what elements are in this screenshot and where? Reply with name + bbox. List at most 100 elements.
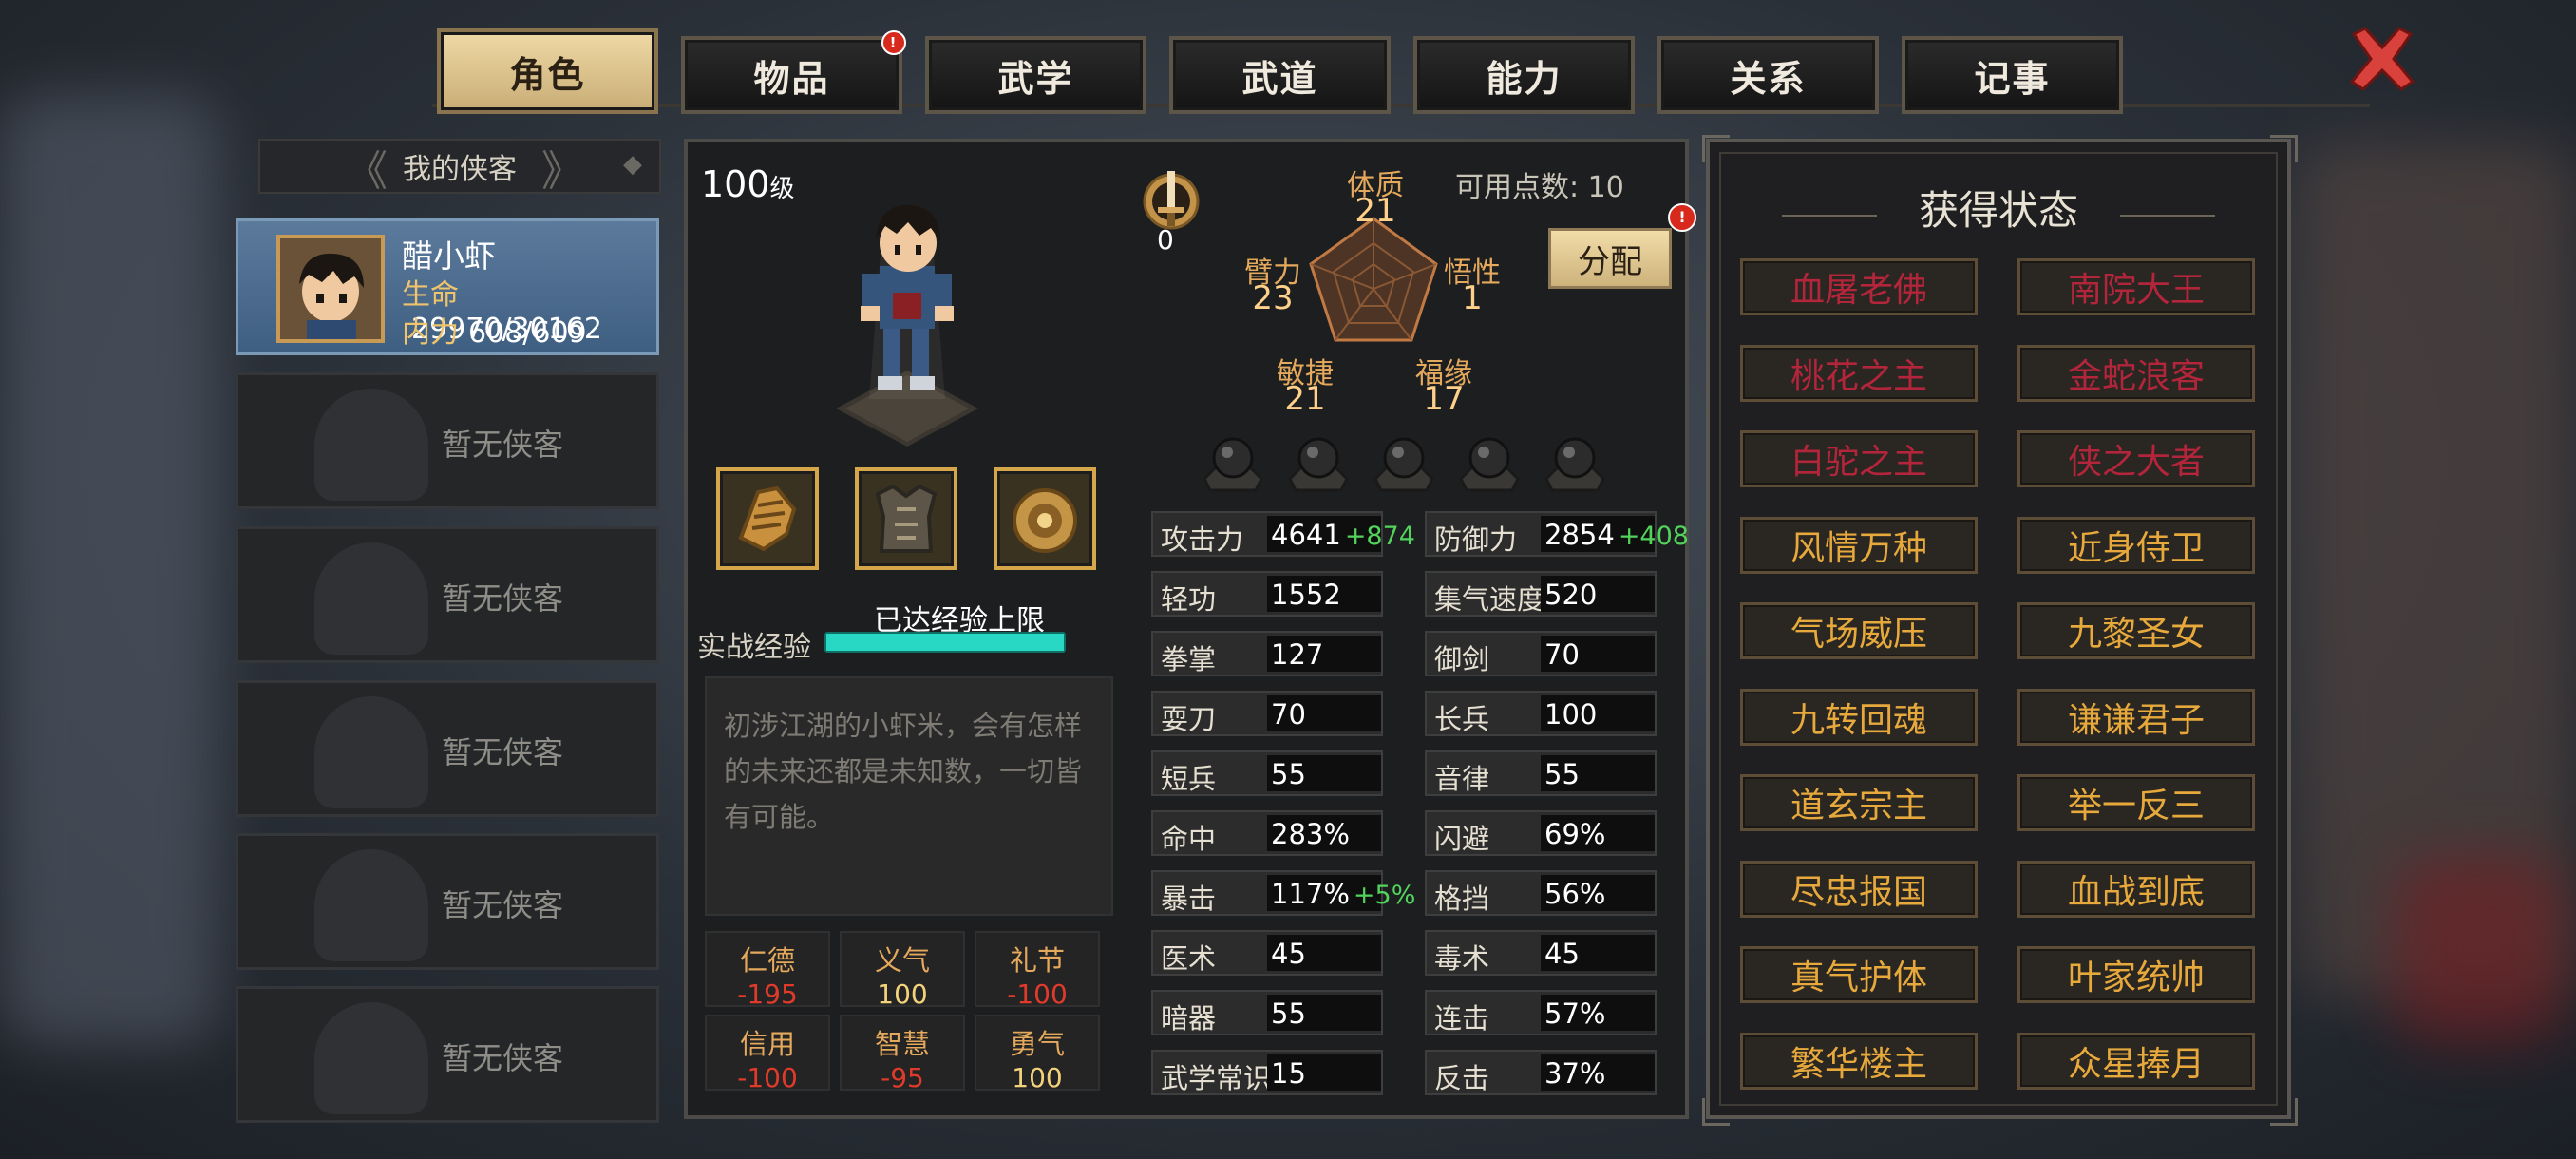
tab-label: 记事 [1974,57,2051,100]
status-badge[interactable]: 叶家统帅 [2017,946,2255,1003]
tab-label: 武学 [997,57,1074,100]
status-badge[interactable]: 九黎圣女 [2017,602,2255,659]
tab-2[interactable]: 武学 [925,36,1146,114]
virtue-cell: 智慧 -95 [840,1015,965,1093]
virtue-value: 100 [877,978,928,1010]
status-badge[interactable]: 谦谦君子 [2017,688,2255,746]
status-badge[interactable]: 南院大王 [2017,258,2255,315]
status-badge[interactable]: 桃花之主 [1740,344,1978,402]
stat-label: 攻击力 [1161,523,1244,556]
stat-value-box: 45 [1541,935,1655,971]
stat-value: 520 [1544,579,1598,611]
mp-value: 608/609 [468,316,587,350]
stat-value-box: 37% [1541,1054,1655,1091]
hero-slot-empty[interactable]: 暂无侠客 [236,833,659,970]
stat-value: 57% [1544,998,1606,1030]
tab-5[interactable]: 关系 [1657,36,1879,114]
status-badge[interactable]: 气场威压 [1740,602,1978,659]
stat-row: 医术 45 [1151,930,1383,976]
amulet-icon [1013,488,1077,553]
tab-6[interactable]: 记事 [1902,36,2123,114]
tab-label: 物品 [753,57,830,100]
virtue-value: 100 [1012,1062,1063,1093]
skill-orb-icon[interactable] [1370,429,1438,496]
sword-icon [1143,171,1200,230]
virtue-label: 礼节 [1009,944,1065,977]
virtue-label: 义气 [874,944,930,977]
status-badge[interactable]: 真气护体 [1740,946,1978,1003]
empty-slot-label: 暂无侠客 [442,734,564,770]
stat-value: 45 [1544,938,1580,970]
xp-bar-fill [826,634,1064,651]
virtue-cell: 礼节 -100 [975,931,1100,1010]
virtue-value: -100 [737,1062,798,1093]
virtue-label: 勇气 [1009,1028,1065,1060]
close-icon[interactable] [2344,21,2420,97]
stat-value: 55 [1271,758,1306,790]
chevron-right-icon: 》 [541,147,583,196]
skill-orb-icon[interactable] [1284,429,1353,496]
hero-slot-empty[interactable]: 暂无侠客 [236,986,659,1123]
stat-value-box: 100 [1541,695,1655,732]
status-badge[interactable]: 侠之大者 [2017,430,2255,487]
status-badge[interactable]: 金蛇浪客 [2017,344,2255,402]
status-badge[interactable]: 白驼之主 [1740,430,1978,487]
tab-1[interactable]: 物品! [681,30,906,114]
status-badge[interactable]: 血屠老佛 [1740,258,1978,315]
status-badge[interactable]: 近身侍卫 [2017,516,2255,574]
skill-orb-icon[interactable] [1455,429,1524,496]
virtue-cell: 仁德 -195 [705,931,830,1010]
stat-bonus: +408 [1618,522,1689,551]
stat-value-box: 55 [1267,755,1381,791]
equip-slot-armor[interactable] [855,467,957,570]
hero-slot-empty[interactable]: 暂无侠客 [236,526,659,663]
gloves-icon [738,485,797,552]
skill-orb-icon[interactable] [1541,429,1609,496]
tab-3[interactable]: 武道 [1169,36,1391,114]
stat-value-box: 55 [1541,755,1655,791]
status-badge[interactable]: 风情万种 [1740,516,1978,574]
sword-value: 0 [1157,224,1174,256]
silhouette-icon [314,389,428,501]
allocate-button[interactable]: 分配 [1548,228,1672,289]
tab-4[interactable]: 能力 [1413,36,1635,114]
skill-orb-icon[interactable] [1199,429,1267,496]
stat-row: 连击 57% [1425,990,1657,1036]
empty-slot-label: 暂无侠客 [442,1040,564,1076]
stat-row: 耍刀 70 [1151,691,1383,736]
chevron-left-icon: 《 [346,147,388,196]
stat-value-box: 55 [1267,995,1381,1031]
panel-corner [1702,135,1730,162]
hero-slot-empty[interactable]: 暂无侠客 [236,680,659,817]
stat-value-box: 70 [1267,695,1381,732]
status-badge[interactable]: 尽忠报国 [1740,860,1978,918]
status-badge[interactable]: 举一反三 [2017,774,2255,831]
stat-label: 轻功 [1161,583,1217,616]
my-heroes-header: 《 我的侠客 》 ◆ [258,139,661,196]
hero-mp: 内力 608/609 [402,309,587,351]
equip-slot-accessory[interactable] [994,467,1096,570]
status-badge[interactable]: 繁华楼主 [1740,1032,1978,1090]
stat-value: 70 [1544,638,1580,671]
stat-value: 4641 [1271,519,1341,551]
tab-label: 能力 [1486,57,1563,100]
tab-0[interactable]: 角色 [437,28,658,114]
equip-slot-gloves[interactable] [716,467,819,570]
stat-label: 暗器 [1161,1002,1217,1035]
character-sprite [836,204,978,446]
hero-slot-selected[interactable]: 醋小虾 生命29970/30162 内力 608/609 [236,218,659,355]
status-badge[interactable]: 众星捧月 [2017,1032,2255,1090]
stat-label: 连击 [1434,1002,1490,1035]
stat-label: 短兵 [1161,763,1217,795]
attr-constitution-value: 21 [1354,192,1396,230]
stat-label: 格挡 [1434,883,1490,915]
hero-name: 醋小虾 [402,238,496,275]
status-badge[interactable]: 道玄宗主 [1740,774,1978,831]
status-badge[interactable]: 九转回魂 [1740,688,1978,746]
hero-slot-empty[interactable]: 暂无侠客 [236,372,659,509]
attr-insight-value: 1 [1462,279,1483,317]
virtue-value: -95 [881,1062,924,1093]
stat-value-box: 45 [1267,935,1381,971]
stat-value: 69% [1544,818,1606,850]
status-badge[interactable]: 血战到底 [2017,860,2255,918]
